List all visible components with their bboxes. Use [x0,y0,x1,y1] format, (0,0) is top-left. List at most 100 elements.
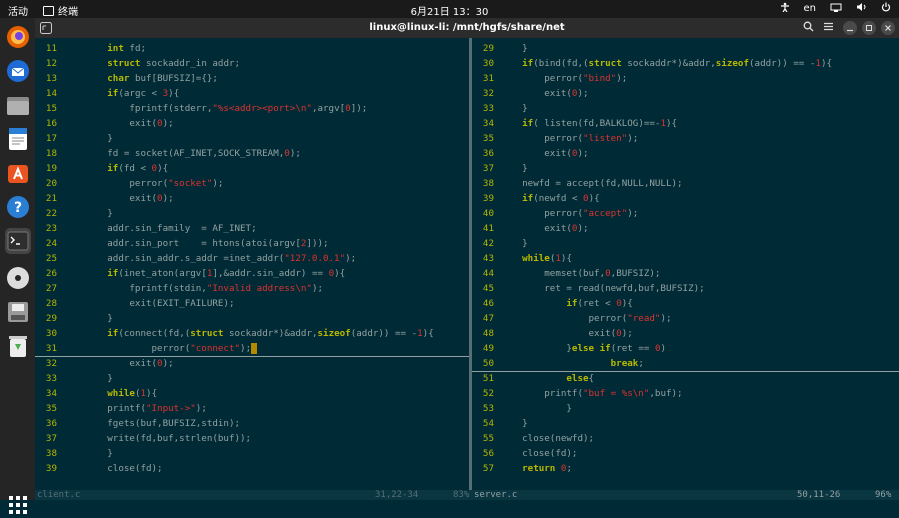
code-line[interactable]: 17 } [35,131,469,146]
code-line[interactable]: 33 } [35,371,469,386]
thunderbird-launcher[interactable] [5,58,31,84]
code-line[interactable]: 50 break; [472,356,899,372]
code-line[interactable]: 34 if( listen(fd,BALKLOG)==-1){ [472,116,899,131]
line-number: 46 [482,298,494,309]
left-editor-pane[interactable]: 11 int fd; 12 struct sockaddr_in addr; 13 … [35,38,469,490]
maximize-icon[interactable] [862,21,876,35]
network-icon[interactable] [830,2,842,15]
code-line[interactable]: 49 }else if(ret == 0) [472,341,899,356]
code-line[interactable]: 51 else{ [472,371,899,386]
code-line[interactable]: 24 addr.sin_port = htons(atoi(argv[2])); [35,236,469,251]
code-line[interactable]: 29 } [35,311,469,326]
code-line[interactable]: 28 exit(EXIT_FAILURE); [35,296,469,311]
hamburger-menu-icon[interactable] [821,21,835,35]
code-line[interactable]: 32 exit(0); [35,356,469,371]
show-apps-icon[interactable] [9,496,27,514]
code-text: close(newfd); [500,433,595,444]
code-line[interactable]: 12 struct sockaddr_in addr; [35,56,469,71]
code-line[interactable]: 33 } [472,101,899,116]
code-line[interactable]: 35 perror("listen"); [472,131,899,146]
language-indicator[interactable]: en [804,3,817,14]
code-line[interactable]: 39 close(fd); [35,461,469,476]
search-icon[interactable] [801,21,815,35]
line-number: 33 [45,373,57,384]
code-line[interactable]: 45 ret = read(newfd,buf,BUFSIZ); [472,281,899,296]
close-icon[interactable] [881,21,895,35]
text-cursor [251,343,257,354]
code-line[interactable]: 48 exit(0); [472,326,899,341]
code-line[interactable]: 31 perror("bind"); [472,71,899,86]
code-line[interactable]: 31 perror("connect"); [35,341,469,357]
code-line[interactable]: 19 if(fd < 0){ [35,161,469,176]
code-line[interactable]: 44 memset(buf,0,BUFSIZ); [472,266,899,281]
code-line[interactable]: 56 close(fd); [472,446,899,461]
line-number: 33 [482,103,494,114]
trash-launcher[interactable] [5,333,31,359]
folder-icon [7,97,29,115]
power-icon[interactable] [881,2,891,15]
code-line[interactable]: 37 write(fd,buf,strlen(buf)); [35,431,469,446]
code-line[interactable]: 21 exit(0); [35,191,469,206]
code-line[interactable]: 32 exit(0); [472,86,899,101]
code-line[interactable]: 29 } [472,41,899,56]
minimize-icon[interactable] [843,21,857,35]
code-line[interactable]: 27 fprintf(stdin,"Invalid address\n"); [35,281,469,296]
code-line[interactable]: 38 newfd = accept(fd,NULL,NULL); [472,176,899,191]
code-line[interactable]: 55 close(newfd); [472,431,899,446]
code-text: close(fd); [63,463,163,474]
code-line[interactable]: 13 char buf[BUFSIZ]={}; [35,71,469,86]
terminal-launcher[interactable] [5,228,31,254]
code-line[interactable]: 38 } [35,446,469,461]
code-line[interactable]: 43 while(1){ [472,251,899,266]
clock[interactable]: 6月21日 13：30 [0,3,899,18]
code-line[interactable]: 30 if(connect(fd,(struct sockaddr*)&addr… [35,326,469,341]
code-line[interactable]: 37 } [472,161,899,176]
code-line[interactable]: 35 printf("Input->"); [35,401,469,416]
software-launcher[interactable] [5,160,31,186]
drive-launcher[interactable] [5,299,31,325]
disc-launcher[interactable] [5,265,31,291]
help-launcher[interactable]: ? [5,194,31,220]
code-line[interactable]: 34 while(1){ [35,386,469,401]
code-line[interactable]: 36 fgets(buf,BUFSIZ,stdin); [35,416,469,431]
line-number: 39 [482,193,494,204]
code-line[interactable]: 39 if(newfd < 0){ [472,191,899,206]
code-text: } [63,133,113,144]
code-line[interactable]: 26 if(inet_aton(argv[1],&addr.sin_addr) … [35,266,469,281]
code-line[interactable]: 57 return 0; [472,461,899,476]
volume-icon[interactable] [856,2,867,15]
code-text: write(fd,buf,strlen(buf)); [63,433,252,444]
code-line[interactable]: 20 perror("socket"); [35,176,469,191]
code-line[interactable]: 53 } [472,401,899,416]
code-text: if(argc < 3){ [107,88,180,99]
code-line[interactable]: 11 int fd; [35,41,469,56]
code-line[interactable]: 41 exit(0); [472,221,899,236]
code-line[interactable]: 30 if(bind(fd,(struct sockaddr*)&addr,si… [472,56,899,71]
code-line[interactable]: 14 if(argc < 3){ [35,86,469,101]
firefox-launcher[interactable] [5,24,31,50]
accessibility-icon[interactable] [780,2,790,15]
line-number: 23 [45,223,57,234]
code-text: exit(0); [500,328,633,339]
code-line[interactable]: 36 exit(0); [472,146,899,161]
code-line[interactable]: 52 printf("buf = %s\n",buf); [472,386,899,401]
code-line[interactable]: 46 if(ret < 0){ [472,296,899,311]
right-editor-pane[interactable]: 29 } 30 if(bind(fd,(struct sockaddr*)&add… [472,38,899,490]
code-line[interactable]: 25 addr.sin_addr.s_addr =inet_addr("127.… [35,251,469,266]
line-number: 19 [45,163,57,174]
window-titlebar[interactable]: linux@linux-li: /mnt/hgfs/share/net [35,18,899,38]
code-line[interactable]: 40 perror("accept"); [472,206,899,221]
vim-statusline: client.c 31,22-34 83% server.c 50,11-26 … [35,490,899,500]
code-line[interactable]: 18 fd = socket(AF_INET,SOCK_STREAM,0); [35,146,469,161]
code-line[interactable]: 42 } [472,236,899,251]
line-number: 18 [45,148,57,159]
code-line[interactable]: 15 fprintf(stderr,"%s<addr><port>\n",arg… [35,101,469,116]
code-line[interactable]: 54 } [472,416,899,431]
code-line[interactable]: 16 exit(0); [35,116,469,131]
code-line[interactable]: 22 } [35,206,469,221]
code-line[interactable]: 23 addr.sin_family = AF_INET; [35,221,469,236]
files-launcher[interactable] [5,92,31,118]
code-line[interactable]: 47 perror("read"); [472,311,899,326]
code-text: char buf[BUFSIZ]={}; [107,73,218,84]
writer-launcher[interactable] [5,126,31,152]
